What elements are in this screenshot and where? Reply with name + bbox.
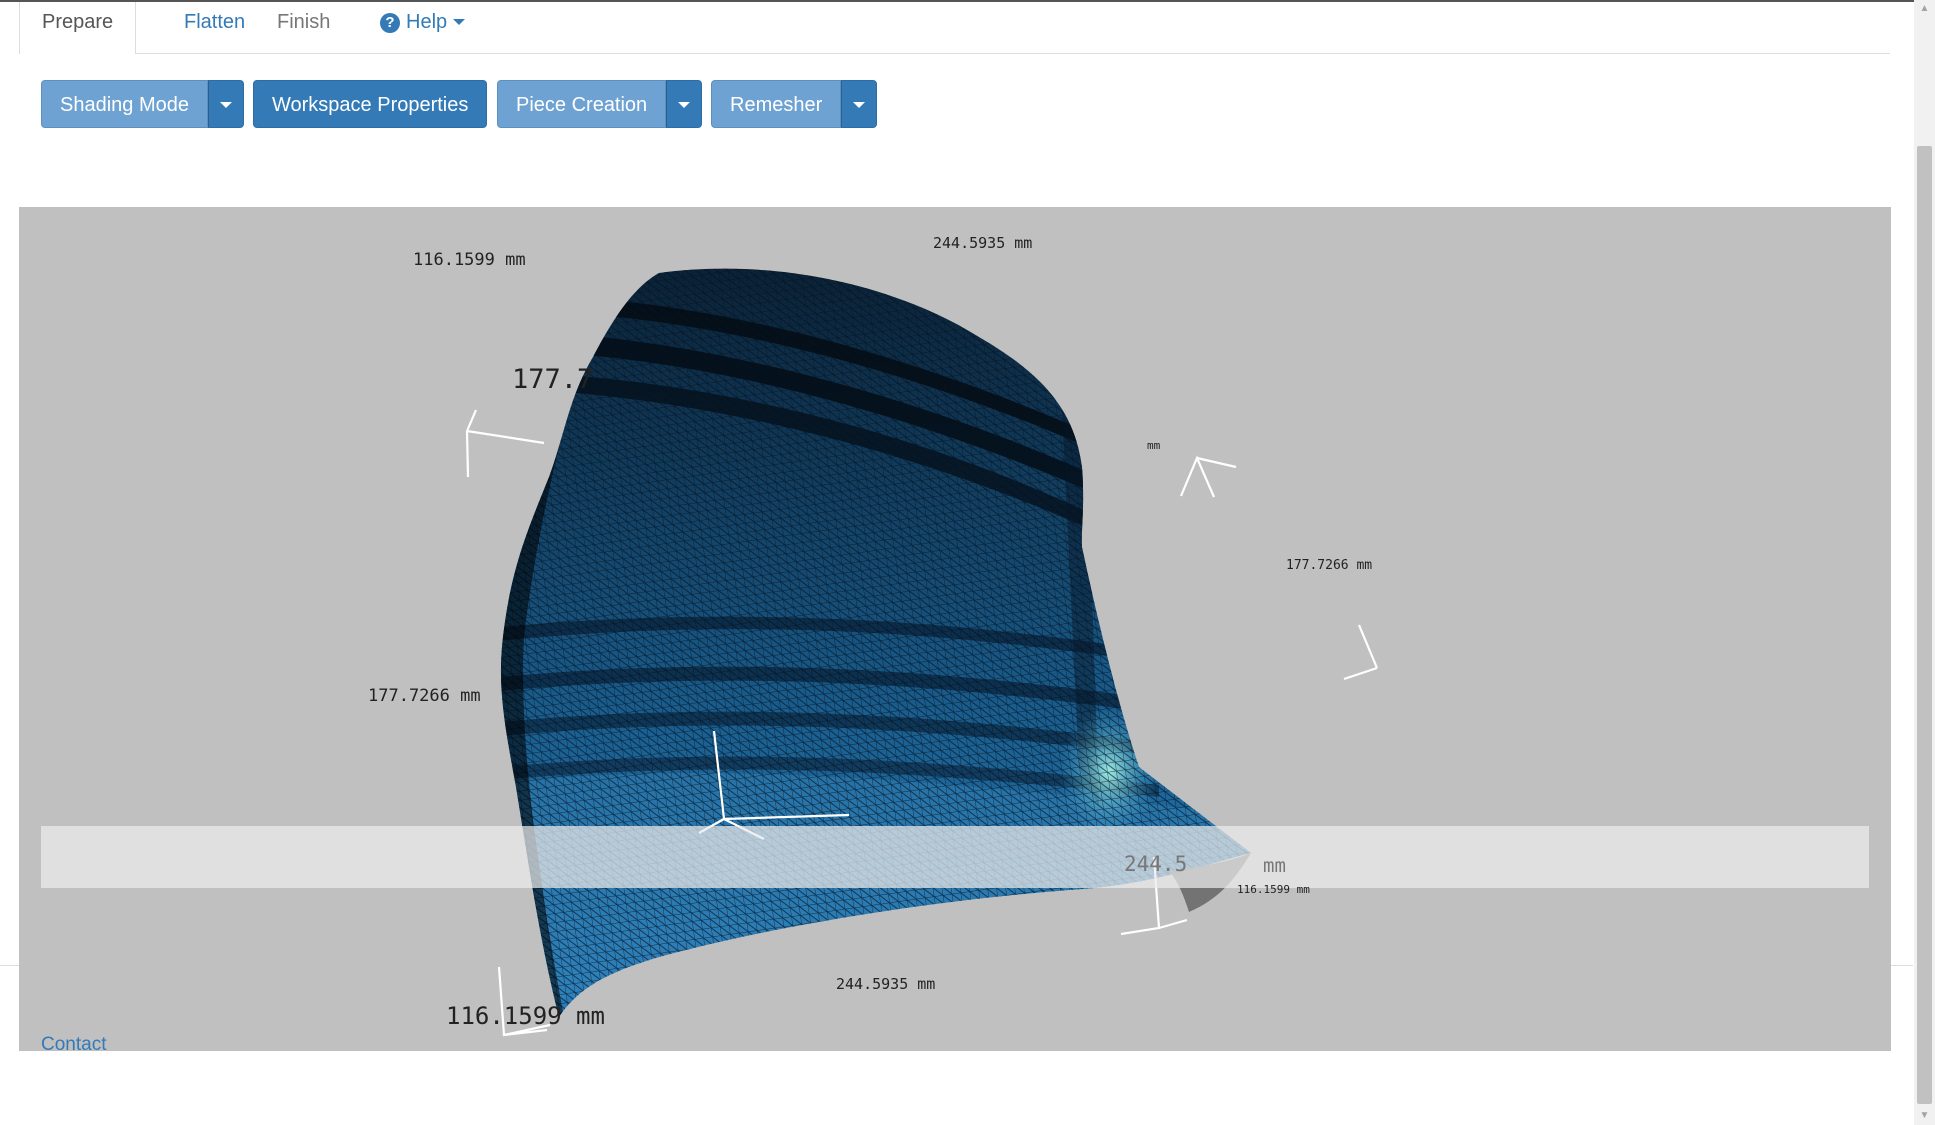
dimension-label: 116.1599 mm [446,1002,605,1030]
piece-creation-button[interactable]: Piece Creation [497,80,667,128]
chevron-down-icon [453,19,466,25]
shading-mode-group: Shading Mode [41,80,244,128]
tab-finish[interactable]: Finish [255,2,352,53]
dimension-label: 177.7 [512,364,594,395]
workspace-properties-button[interactable]: Workspace Properties [253,80,488,128]
scroll-up-icon[interactable]: ▲ [1914,0,1935,18]
question-circle-icon: ? [380,13,400,33]
piece-creation-dropdown-toggle[interactable] [666,80,703,128]
remesher-group: Remesher [711,80,878,128]
workspace-properties-group: Workspace Properties [253,80,488,128]
scroll-thumb[interactable] [1917,146,1932,1104]
dimension-label: mm [1263,855,1286,877]
shading-mode-dropdown-toggle[interactable] [207,80,244,128]
dimension-label: 177.7266 mm [1286,558,1373,573]
footer-divider-left [0,965,19,966]
page-scrollbar[interactable]: ▲ ▼ [1914,0,1935,1125]
dimension-label: 177.7266 mm [368,686,481,706]
contact-link[interactable]: Contact [41,1034,106,1056]
tab-flatten[interactable]: Flatten [162,2,267,53]
remesher-dropdown-toggle[interactable] [841,80,878,128]
dimension-label: 244.5935 mm [933,234,1033,252]
scroll-down-icon[interactable]: ▼ [1914,1107,1935,1125]
dimension-label: 244.5 [1124,852,1188,876]
chevron-down-icon [853,102,866,108]
tab-flatten-label: Flatten [184,11,246,33]
dimension-label: 116.1599 mm [1237,883,1310,896]
tab-help-label: Help [406,11,448,33]
chevron-down-icon [219,102,232,108]
chevron-down-icon [678,102,691,108]
main-tabs: Prepare Flatten Finish ? Help [19,2,1890,54]
dimension-label: mm [1147,439,1161,452]
footer-divider-right [1891,965,1913,966]
mesh-canvas[interactable] [19,207,1891,1051]
dimension-label: 116.1599 mm [413,250,526,270]
tab-finish-label: Finish [277,11,331,33]
dimension-label: 244.5935 mm [836,975,936,993]
tab-prepare-label: Prepare [42,11,114,33]
3d-viewport[interactable]: 116.1599 mm 244.5935 mm 177.7 mm 177.726… [19,207,1891,1051]
tab-prepare[interactable]: Prepare [19,2,137,54]
piece-creation-group: Piece Creation [497,80,703,128]
shading-mode-button[interactable]: Shading Mode [41,80,208,128]
tab-help[interactable]: ? Help [358,2,487,53]
remesher-button[interactable]: Remesher [711,80,842,128]
mesh-surface [500,268,1251,1018]
overlay-band [41,826,1869,888]
